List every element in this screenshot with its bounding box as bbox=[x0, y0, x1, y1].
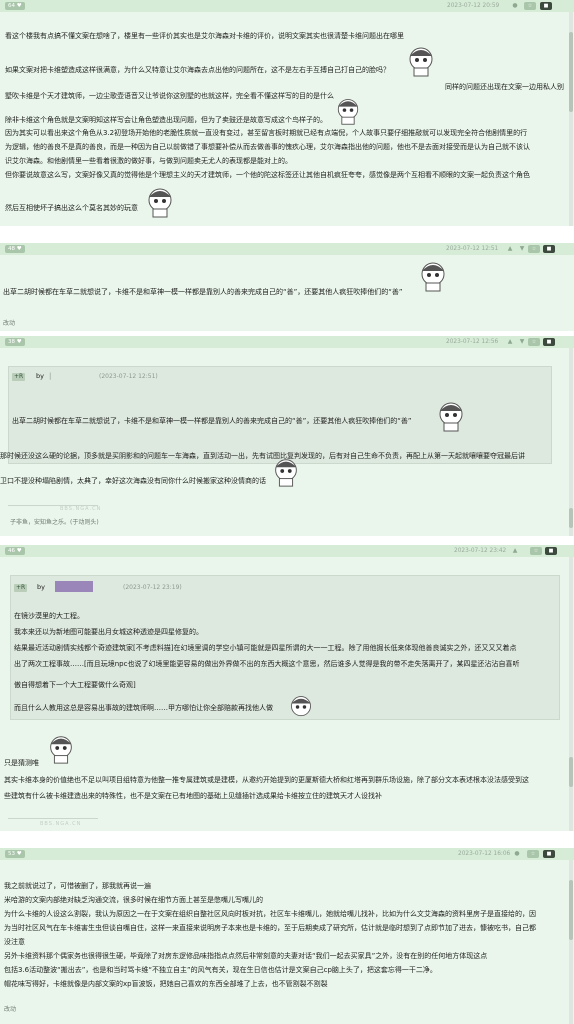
floor-badge: 64 ♥ bbox=[5, 2, 25, 10]
post-text-line: 包括3.6活动整波“搬出去”，也是和当时骂卡维“不独立自主”的风气有关，现在生日… bbox=[4, 966, 437, 974]
quote-text-line: 而且什么人教用这总是容易出事故的建筑师啊……甲方哪怕让你全部赔款再找他人做 bbox=[14, 704, 273, 712]
quote-user[interactable]: | bbox=[49, 372, 51, 381]
sticker-icon bbox=[286, 694, 316, 720]
post-text-line: 我之前就说过了，可惜被删了，那我就再说一遍 bbox=[4, 882, 151, 890]
sticker-icon bbox=[270, 456, 302, 488]
post-header: 48 ♥ 2023-07-12 12:51 ▲ ▼ ☆ ■ bbox=[0, 243, 574, 255]
quote-text-line: 我本来还以为新地图可能要出月女城这种透迹是四星修复的。 bbox=[14, 628, 203, 636]
post-text-line: 卫口不提没种塌陷剧情，太典了，幸好这次海森没有同你什么时候搬家这种没情商的话 bbox=[0, 477, 266, 485]
floor-badge: 53 ♥ bbox=[5, 850, 25, 858]
post-text-line: 识艾尔海森。和他剧情里一些看着很激的做好事，与做到问题卖无尤人的表现都是能对上的… bbox=[5, 157, 292, 165]
post-text-line: 米哈游的文案内部绝对缺乏沟通交流，很多时候在细节方面上甚至是憋嘴儿写嘴儿的 bbox=[4, 896, 263, 904]
quote-block: +R by | (2023-07-12 12:51) 出草二胡时候都在车草二就想… bbox=[8, 366, 552, 464]
post-text-line: 同样的问题还出现在文案一边用私人别墅吹卡维是个天才建筑师，一边尘歌壶语音又让爷说… bbox=[5, 83, 564, 100]
floor-badge: 38 ♥ bbox=[5, 338, 25, 346]
scrollbar[interactable] bbox=[569, 348, 573, 536]
apple-icon[interactable]: ● bbox=[510, 2, 520, 10]
quote-text-line: 傲自得想着下一个大工程要做什么奇观] bbox=[14, 681, 136, 689]
post-5: 53 ♥ 2023-07-12 16:06 ● ☆ ■ 我之前就说过了，可惜被删… bbox=[0, 848, 574, 1024]
scrollbar[interactable] bbox=[569, 860, 573, 1024]
quote-text-line: 出了两次工程事故……[而且玩境npc也说了幻境里能更容易的做出外界做不出的东西大… bbox=[14, 660, 520, 668]
more-button[interactable]: ■ bbox=[545, 547, 557, 555]
post-2: 48 ♥ 2023-07-12 12:51 ▲ ▼ ☆ ■ 出草二胡时候都在车草… bbox=[0, 243, 574, 331]
thumb-up-icon[interactable]: ▲ bbox=[505, 338, 515, 346]
edit-note: 改动 bbox=[4, 1006, 17, 1013]
post-text-line: 为当时社区风气在车卡维害生虫但谈自嘴自住，这样一来直接来说明房子本来也是卡维的，… bbox=[4, 924, 536, 932]
apple-icon[interactable]: ● bbox=[512, 850, 522, 858]
post-text-line: 些建筑有什么被卡维建造出来的特殊性，也不是文案在已有地图的基础上见缝插针选成果给… bbox=[4, 792, 382, 800]
post-text-line: 如果文案对把卡维塑造成这样很满意，为什么又特意让艾尔海森去点出他的问题所在，这不… bbox=[5, 66, 390, 74]
sticker-icon bbox=[333, 96, 363, 126]
post-text-line: 然后互相使坏子搞出这么个莫名其妙的玩意 bbox=[5, 204, 138, 212]
scrollbar[interactable] bbox=[569, 557, 573, 831]
post-text-line: 那时候还没这么硬的论据，顶多就是买阴影和的问题车一车海森，直到活动一出，先有试图… bbox=[0, 452, 525, 460]
watermark: BBS.NGA.CN bbox=[60, 506, 102, 512]
quote-user-avatar[interactable] bbox=[55, 581, 93, 592]
post-text-line: 为逻辑，他的善良不是真的善良，而是一种因为自己以前做错了事想要补偿从而去做善事的… bbox=[5, 143, 530, 151]
post-3: 38 ♥ 2023-07-12 12:56 ▲ ▼ ☆ ■ +R by | (2… bbox=[0, 336, 574, 536]
thumb-down-icon[interactable]: ▼ bbox=[517, 245, 527, 253]
quote-date: (2023-07-12 12:51) bbox=[99, 373, 158, 380]
thumb-down-icon[interactable]: ▼ bbox=[517, 338, 527, 346]
floor-badge: 46 ♥ bbox=[5, 547, 25, 555]
signature: 子非鱼，安知鱼之乐。(于动则头) bbox=[10, 519, 99, 526]
post-text-line: 因为其实可以看出来这个角色从3.2初登场开始他的老脆性质就一直没有变过，甚至留言… bbox=[5, 129, 528, 137]
quote-by: by bbox=[36, 372, 44, 380]
post-date: 2023-07-12 23:42 bbox=[454, 548, 507, 554]
quote-text-line: 在镜沙漠里的大工程。 bbox=[14, 612, 84, 620]
post-text-line: 但你要说故意这么写，文案好像又真的觉得他是个理想主义的天才建筑师，一个他的陀这标… bbox=[5, 171, 530, 179]
star-button[interactable]: ☆ bbox=[530, 547, 542, 555]
post-date: 2023-07-12 12:56 bbox=[446, 339, 499, 345]
post-text-line: 没注意 bbox=[4, 938, 25, 946]
post-text-line: 出草二胡时候都在车草二就想说了，卡维不是和草神一模一样都是靠别人的善来完成自己的… bbox=[3, 288, 403, 296]
more-button[interactable]: ■ bbox=[543, 850, 555, 858]
quote-by: by bbox=[37, 583, 45, 591]
reply-tag[interactable]: +R bbox=[14, 584, 28, 592]
sticker-icon bbox=[404, 44, 438, 78]
post-text-line: 看这个楼我有点搞不懂文案在想啥了，楼里有一些评价其实也是艾尔海森对卡维的评价，说… bbox=[5, 32, 404, 40]
post-text-line: 其实卡维本身的价值绝也不足以叫项目组特意为他整一推专属建筑或是建模，从邀约开始提… bbox=[4, 776, 529, 784]
post-date: 2023-07-12 12:51 bbox=[446, 246, 499, 252]
edit-note: 改动 bbox=[3, 320, 16, 327]
more-button[interactable]: ■ bbox=[543, 245, 555, 253]
post-text-line: 为什么卡维的人设这么割裂，我认为原因之一在于文案在组织自整社区风向时板对抗，社区… bbox=[4, 910, 536, 918]
sticker-icon bbox=[416, 259, 450, 293]
post-header: 38 ♥ 2023-07-12 12:56 ▲ ▼ ☆ ■ bbox=[0, 336, 574, 348]
quote-text: 出草二胡时候都在车草二就想说了，卡维不是和草神一模一样都是靠别人的善来完成自己的… bbox=[12, 417, 412, 425]
post-text-line: 另外卡维资料那个偶家务也很得很生硬，毕竟除了对房东逻修品味指指点点然后非常刻意的… bbox=[4, 952, 488, 960]
star-button[interactable]: ☆ bbox=[527, 850, 539, 858]
watermark: BBS.NGA.CN bbox=[40, 821, 82, 827]
quote-date: (2023-07-12 23:19) bbox=[123, 584, 182, 591]
post-text-line: 除非卡维这个角色就是文案明知这样写会让角色塑造出现问题，但为了卖鼓还是故意写成这… bbox=[5, 116, 327, 124]
post-4: 46 ♥ 2023-07-12 23:42 ▲ ☆ ■ +R by (2023-… bbox=[0, 545, 574, 831]
sticker-icon bbox=[434, 399, 468, 433]
thumb-up-icon[interactable]: ▲ bbox=[510, 547, 520, 555]
signature-divider bbox=[8, 818, 98, 819]
post-header: 64 ♥ 2023-07-12 20:59 ● ☆ ■ bbox=[0, 0, 574, 12]
post-date: 2023-07-12 20:59 bbox=[447, 3, 500, 9]
star-button[interactable]: ☆ bbox=[528, 245, 540, 253]
star-button[interactable]: ☆ bbox=[524, 2, 536, 10]
post-1: 64 ♥ 2023-07-12 20:59 ● ☆ ■ 看这个楼我有点搞不懂文案… bbox=[0, 0, 574, 226]
sticker-icon bbox=[45, 733, 77, 765]
post-header: 46 ♥ 2023-07-12 23:42 ▲ ☆ ■ bbox=[0, 545, 574, 557]
post-date: 2023-07-12 16:06 bbox=[458, 851, 511, 857]
thumb-up-icon[interactable]: ▲ bbox=[505, 245, 515, 253]
scrollbar[interactable] bbox=[569, 12, 573, 226]
quote-block: +R by (2023-07-12 23:19) 在镜沙漠里的大工程。 我本来还… bbox=[10, 575, 560, 720]
quote-text-line: 结果最近活动剧情实线都个奇迹建筑家[不考虑料描]在幻境里调的学空小镇可能就是四星… bbox=[14, 644, 517, 652]
post-text-line: 只是猜测唯 bbox=[4, 759, 39, 767]
post-header: 53 ♥ 2023-07-12 16:06 ● ☆ ■ bbox=[0, 848, 574, 860]
reply-tag[interactable]: +R bbox=[12, 373, 26, 381]
floor-badge: 48 ♥ bbox=[5, 245, 25, 253]
more-button[interactable]: ■ bbox=[540, 2, 552, 10]
sticker-icon bbox=[143, 185, 177, 219]
post-text-line: 帽花味写得好，卡维就像是内部文案的xp盲波饭，把她自己喜欢的东西全部堆了上去，也… bbox=[4, 980, 328, 988]
star-button[interactable]: ☆ bbox=[528, 338, 540, 346]
more-button[interactable]: ■ bbox=[543, 338, 555, 346]
